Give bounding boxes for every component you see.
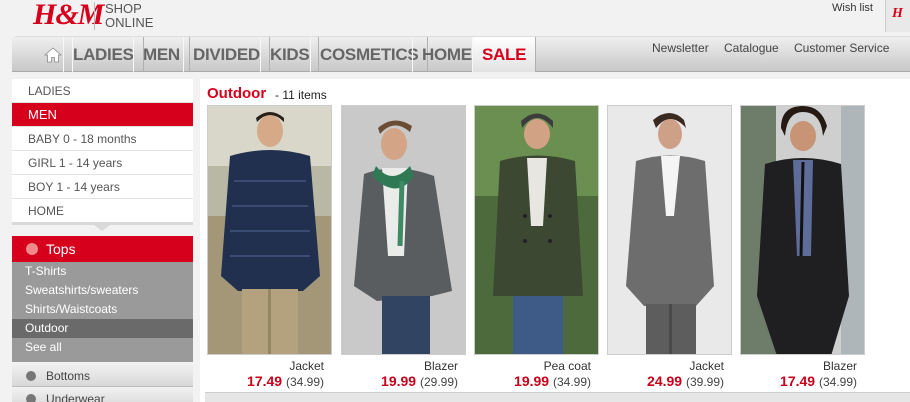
- product-name[interactable]: Jacket: [689, 359, 724, 373]
- dept-men[interactable]: MEN: [12, 103, 193, 127]
- bottoms-section[interactable]: Bottoms: [12, 365, 193, 387]
- product-price: 24.99 (39.99): [647, 373, 724, 389]
- product-price: 17.49 (34.99): [780, 373, 857, 389]
- product-card[interactable]: Blazer 17.49 (34.99): [740, 105, 865, 393]
- product-photo[interactable]: [740, 105, 865, 355]
- expand-icon: [26, 371, 36, 381]
- dept-ladies[interactable]: LADIES: [12, 79, 193, 103]
- product-price: 19.99 (29.99): [381, 373, 458, 389]
- dept-baby[interactable]: BABY 0 - 18 months: [12, 127, 193, 151]
- pagination-bar[interactable]: [205, 392, 910, 402]
- product-name[interactable]: Pea coat: [544, 359, 591, 373]
- newsletter-link[interactable]: Newsletter: [652, 41, 709, 55]
- underwear-section[interactable]: Underwear: [12, 388, 193, 402]
- tops-label: Tops: [46, 241, 76, 257]
- item-count: - 11 items: [275, 88, 327, 102]
- sub-outdoor[interactable]: Outdoor: [12, 319, 193, 338]
- customer-service-link[interactable]: Customer Service: [794, 41, 889, 55]
- tops-section-header[interactable]: Tops: [12, 236, 193, 262]
- product-name[interactable]: Jacket: [289, 359, 324, 373]
- home-icon: [44, 46, 62, 62]
- product-price: 19.99 (34.99): [514, 373, 591, 389]
- product-photo[interactable]: [341, 105, 466, 355]
- site-header: H&M SHOP ONLINE Wish list H: [0, 0, 910, 36]
- product-price: 17.49 (34.99): [247, 373, 324, 389]
- nav-men[interactable]: MEN: [133, 37, 190, 72]
- main-navigation: LADIES MEN DIVIDED KIDS COSMETICS HOME S…: [12, 36, 910, 72]
- nav-sale[interactable]: SALE: [472, 37, 537, 72]
- nav-ladies[interactable]: LADIES: [63, 37, 144, 72]
- product-card[interactable]: Jacket 24.99 (39.99): [607, 105, 732, 393]
- sub-see-all[interactable]: See all: [12, 338, 193, 357]
- expand-icon: [26, 394, 36, 402]
- shop-online-label: SHOP ONLINE: [105, 1, 154, 30]
- product-name[interactable]: Blazer: [823, 359, 857, 373]
- hm-logo[interactable]: H&M: [33, 0, 104, 32]
- product-photo[interactable]: [474, 105, 599, 355]
- nav-cosmetics[interactable]: COSMETICS: [310, 37, 429, 72]
- nav-pointer: [12, 222, 193, 231]
- sub-sweatshirts[interactable]: Sweatshirts/sweaters: [12, 281, 193, 300]
- collapse-icon: [26, 243, 38, 255]
- product-card[interactable]: Pea coat 19.99 (34.99): [474, 105, 599, 393]
- shopping-bag-icon[interactable]: H: [885, 0, 910, 32]
- dept-girl[interactable]: GIRL 1 - 14 years: [12, 151, 193, 175]
- nav-divided[interactable]: DIVIDED: [183, 37, 270, 72]
- sub-tshirts[interactable]: T-Shirts: [12, 262, 193, 281]
- dept-boy[interactable]: BOY 1 - 14 years: [12, 175, 193, 199]
- category-title: Outdoor: [207, 85, 267, 102]
- product-photo[interactable]: [207, 105, 332, 355]
- product-card[interactable]: Jacket 17.49 (34.99): [207, 105, 332, 393]
- product-card[interactable]: Blazer 19.99 (29.99): [341, 105, 466, 393]
- tops-subcategory-list: T-Shirts Sweatshirts/sweaters Shirts/Wai…: [12, 262, 193, 362]
- dept-home[interactable]: HOME: [12, 199, 193, 223]
- product-listing: Outdoor - 11 items Jacket 17.49 (34.99): [200, 79, 910, 402]
- catalogue-link[interactable]: Catalogue: [724, 41, 779, 55]
- product-photo[interactable]: [607, 105, 732, 355]
- wishlist-link[interactable]: Wish list: [832, 2, 873, 14]
- department-nav: LADIES MEN BABY 0 - 18 months GIRL 1 - 1…: [12, 79, 193, 223]
- sub-shirts[interactable]: Shirts/Waistcoats: [12, 300, 193, 319]
- logo-divider: [94, 2, 95, 30]
- product-name[interactable]: Blazer: [424, 359, 458, 373]
